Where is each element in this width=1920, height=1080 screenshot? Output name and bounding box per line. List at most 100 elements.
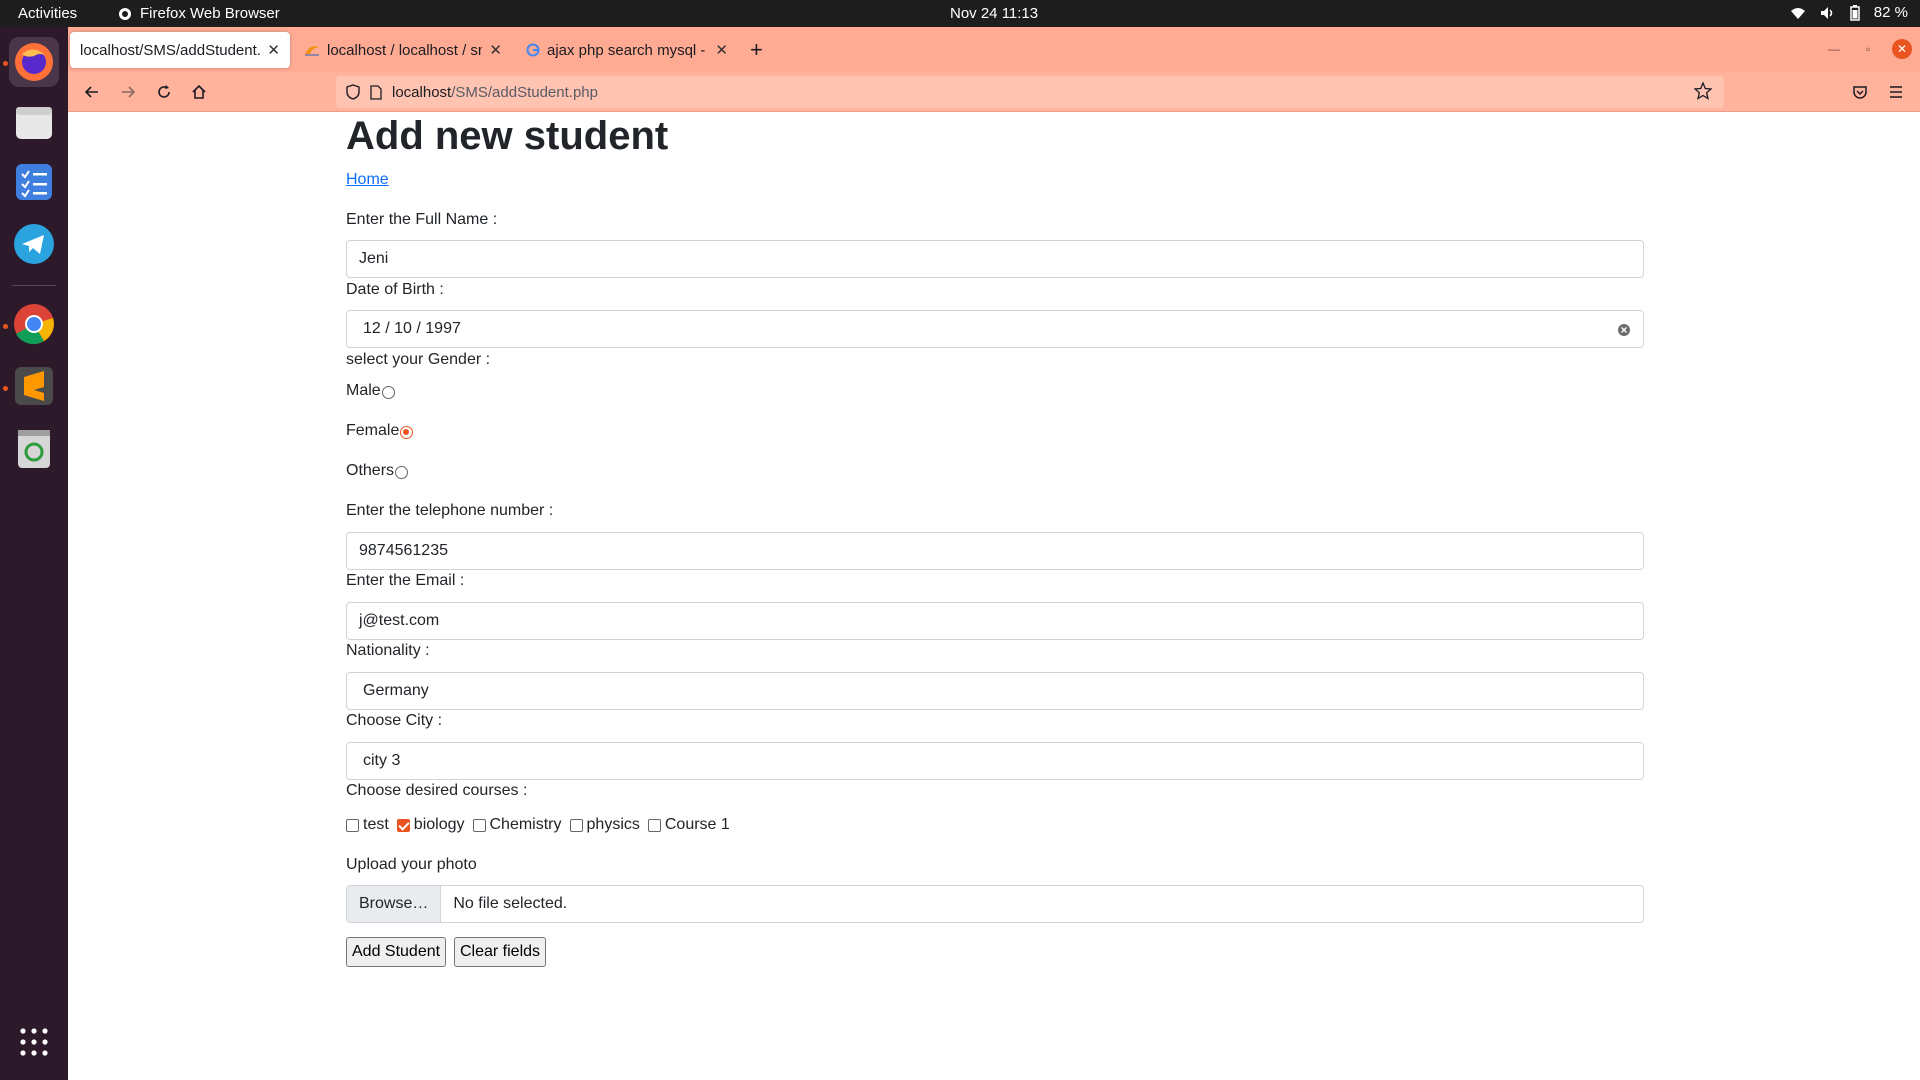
close-tab-icon[interactable]: ✕ [715,41,728,59]
gender-others-option[interactable]: Others [346,462,409,480]
url-text[interactable]: localhost/SMS/addStudent.php [392,84,598,101]
close-tab-icon[interactable]: ✕ [267,41,280,59]
email-input[interactable]: j@test.com [346,602,1644,640]
close-window-icon[interactable]: ✕ [1892,39,1912,59]
phpmyadmin-favicon-icon [305,46,319,56]
course-test-label: test [363,816,389,833]
telegram-icon [14,224,54,264]
city-label: Choose City : [346,712,443,729]
clear-fields-button[interactable]: Clear fields [454,937,547,967]
battery-icon [1850,4,1860,21]
tasks-icon [16,164,52,200]
phone-label: Enter the telephone number : [346,502,554,519]
activities-button[interactable]: Activities [18,5,77,22]
email-label: Enter the Email : [346,572,465,589]
home-link[interactable]: Home [346,171,389,189]
chrome-icon [14,304,54,345]
dock-sublime[interactable] [9,361,59,411]
forward-icon[interactable] [116,80,140,104]
url-bar[interactable]: localhost/SMS/addStudent.php [336,76,1724,108]
email-value: j@test.com [359,612,440,629]
city-select[interactable]: city 3 [346,742,1644,780]
gender-others-radio[interactable] [395,465,409,479]
dob-input[interactable]: 12 / 10 / 1997 [346,310,1644,348]
app-grid-icon [20,1028,48,1056]
home-icon[interactable] [187,80,211,104]
browser-tab-bar: localhost/SMS/addStudent.p ✕ localhost /… [68,27,1920,72]
clock[interactable]: Nov 24 11:13 [950,5,1038,22]
running-indicator [3,324,8,329]
course-chemistry-checkbox[interactable] [472,818,486,832]
reload-icon[interactable] [152,80,176,104]
files-icon [16,107,52,139]
web-page: Add new student Home Enter the Full Name… [68,112,1920,1080]
course-1-checkbox[interactable] [647,818,661,832]
dock-tasks[interactable] [9,157,59,207]
course-chemistry-option[interactable]: Chemistry [472,816,562,834]
close-tab-icon[interactable]: ✕ [489,41,502,59]
nationality-select[interactable]: Germany [346,672,1644,710]
course-test-checkbox[interactable] [346,818,359,832]
dock-telegram[interactable] [9,219,59,269]
nationality-label: Nationality : [346,642,430,659]
bookmark-star-icon[interactable] [1694,82,1712,100]
browse-button[interactable]: Browse… [347,886,442,922]
minimize-icon[interactable]: — [1824,39,1844,59]
maximize-icon[interactable]: ▫ [1858,39,1878,59]
dock-firefox[interactable] [9,37,59,87]
battery-percent: 82 % [1873,4,1908,21]
dob-value: 12 / 10 / 1997 [363,320,461,337]
gender-male-radio[interactable] [381,385,395,399]
dock-separator [12,285,56,286]
gender-male-option[interactable]: Male [346,382,395,400]
course-1-label: Course 1 [664,816,730,833]
phone-input[interactable]: 9874561235 [346,532,1644,570]
wifi-icon [1790,7,1805,19]
tab-title: ajax php search mysql - G [547,41,709,59]
file-status: No file selected. [453,895,568,912]
course-biology-option[interactable]: biology [396,816,465,834]
course-test-option[interactable]: test [346,816,389,834]
app-menu[interactable]: Firefox Web Browser [118,5,280,22]
photo-file-input[interactable]: Browse… No file selected. [346,885,1644,923]
add-student-button[interactable]: Add Student [346,937,447,967]
browser-nav-bar: localhost/SMS/addStudent.php [68,72,1920,112]
course-physics-checkbox[interactable] [569,818,583,832]
gender-label: select your Gender : [346,351,491,368]
city-value: city 3 [363,752,401,769]
course-biology-label: biology [413,816,465,833]
shield-icon[interactable] [346,84,360,100]
app-name: Firefox Web Browser [140,5,280,22]
running-indicator [3,61,8,66]
phone-value: 9874561235 [359,542,448,559]
tab-title: localhost / localhost / sm [327,41,483,59]
page-icon[interactable] [370,84,382,100]
tab-phpmyadmin[interactable]: localhost / localhost / sm ✕ [294,32,512,68]
google-favicon-icon [526,43,540,57]
course-physics-option[interactable]: physics [569,816,640,834]
dock-app-grid[interactable] [9,1017,59,1067]
tab-google-search[interactable]: ajax php search mysql - G ✕ [516,32,738,68]
course-biology-checkbox[interactable] [396,818,410,832]
gender-others-label: Others [346,462,395,479]
clear-date-icon[interactable] [1617,323,1631,337]
full-name-input[interactable]: Jeni [346,240,1644,278]
url-path: /SMS/addStudent.php [451,83,598,101]
system-tray[interactable]: 82 % [1790,4,1908,21]
new-tab-button[interactable]: + [750,37,763,63]
url-host: localhost [392,83,452,101]
course-chemistry-label: Chemistry [489,816,562,833]
gender-female-radio[interactable] [400,425,414,439]
menu-icon[interactable] [1884,80,1908,104]
dob-label: Date of Birth : [346,281,444,298]
dock-files[interactable] [9,97,59,147]
dock-trash[interactable] [9,423,59,473]
firefox-icon [15,43,53,81]
back-icon[interactable] [80,80,104,104]
dock-chrome[interactable] [9,299,59,349]
running-indicator [3,386,8,391]
tab-addstudent[interactable]: localhost/SMS/addStudent.p ✕ [70,32,290,68]
pocket-icon[interactable] [1848,80,1872,104]
course-1-option[interactable]: Course 1 [647,816,730,834]
gender-female-option[interactable]: Female [346,422,414,440]
